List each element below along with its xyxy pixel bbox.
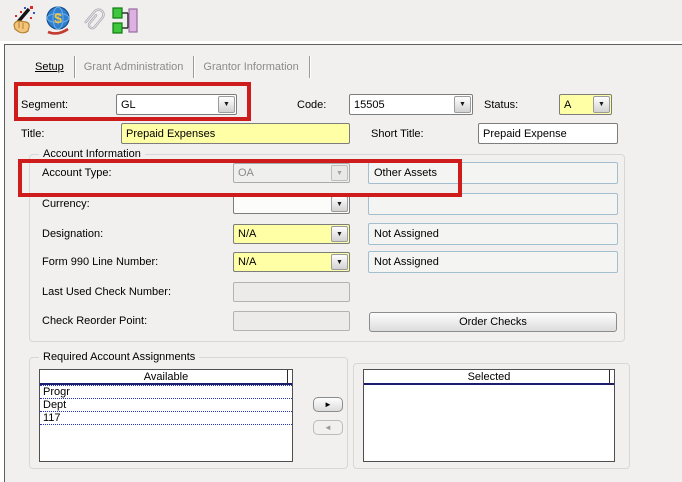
account-type-combobox: OA ▼ [233, 163, 350, 183]
designation-label: Designation: [42, 228, 104, 240]
currency-label: Currency: [42, 198, 90, 210]
designation-combobox[interactable]: N/A ▼ [233, 224, 350, 244]
designation-display: Not Assigned [368, 223, 618, 245]
tab-grant-administration[interactable]: Grant Administration [75, 56, 195, 78]
account-type-value: OA [238, 167, 254, 179]
currency-globe-icon[interactable]: $ [43, 5, 73, 36]
required-account-assignments-legend: Required Account Assignments [39, 351, 200, 363]
available-header: Available [40, 370, 292, 385]
tab-bar: Setup Grant Administration Grantor Infor… [26, 56, 310, 78]
segment-value: GL [121, 98, 136, 111]
code-value: 15505 [354, 98, 385, 111]
chevron-down-icon[interactable]: ▼ [331, 254, 348, 270]
last-used-check-number-label: Last Used Check Number: [42, 286, 171, 298]
form-990-display: Not Assigned [368, 251, 618, 273]
move-right-button[interactable]: ► [313, 397, 343, 412]
magic-wand-icon[interactable] [7, 5, 37, 36]
form-990-value: N/A [238, 256, 257, 268]
arrow-right-icon: ► [324, 400, 332, 409]
list-item[interactable]: Progr [40, 386, 292, 399]
record-panel: Setup Grant Administration Grantor Infor… [4, 44, 682, 482]
designation-value: N/A [238, 228, 257, 240]
order-checks-button[interactable]: Order Checks [369, 312, 617, 332]
currency-combobox[interactable]: ▼ [233, 194, 350, 214]
account-type-display: Other Assets [368, 162, 618, 184]
selected-header: Selected [364, 370, 614, 385]
status-value: A [564, 98, 572, 111]
short-title-input[interactable] [478, 123, 618, 144]
header-divider [609, 370, 610, 385]
check-reorder-point-input [233, 311, 350, 331]
paperclip-icon[interactable] [79, 5, 109, 36]
last-used-check-number-input [233, 282, 350, 302]
short-title-label: Short Title: [371, 128, 424, 140]
account-structure-icon[interactable] [111, 5, 141, 36]
chevron-down-icon[interactable]: ▼ [331, 226, 348, 242]
arrow-left-icon: ► [324, 423, 332, 432]
code-combobox[interactable]: 15505 ▼ [349, 94, 473, 115]
toolbar: $ [0, 0, 682, 41]
available-list-body: Progr Dept 117 [40, 385, 292, 425]
available-list: Available Progr Dept 117 [39, 369, 293, 462]
selected-list: Selected [363, 369, 615, 462]
segment-label: Segment: [21, 99, 69, 111]
chevron-down-icon[interactable]: ▼ [454, 96, 471, 113]
chevron-down-icon[interactable]: ▼ [331, 196, 348, 212]
code-label: Code: [297, 99, 327, 111]
currency-display [368, 193, 618, 215]
svg-text:$: $ [54, 10, 62, 26]
title-label: Title: [21, 128, 45, 140]
chevron-down-icon[interactable]: ▼ [593, 96, 610, 113]
account-type-label: Account Type: [42, 167, 112, 179]
title-input[interactable] [121, 123, 350, 144]
move-left-button[interactable]: ► [313, 420, 343, 435]
check-reorder-point-label: Check Reorder Point: [42, 315, 148, 327]
list-item[interactable]: 117 [40, 412, 292, 425]
form-990-line-number-label: Form 990 Line Number: [42, 256, 159, 268]
header-divider [287, 370, 288, 385]
tab-setup[interactable]: Setup [26, 56, 75, 78]
form-990-line-number-combobox[interactable]: N/A ▼ [233, 252, 350, 272]
status-label: Status: [484, 99, 519, 111]
account-information-legend: Account Information [39, 148, 145, 160]
list-item[interactable]: Dept [40, 399, 292, 412]
segment-combobox[interactable]: GL ▼ [116, 94, 237, 115]
tab-grantor-information[interactable]: Grantor Information [194, 56, 310, 78]
status-combobox[interactable]: A ▼ [559, 94, 612, 115]
chevron-down-icon: ▼ [331, 165, 348, 181]
chevron-down-icon[interactable]: ▼ [218, 96, 235, 113]
